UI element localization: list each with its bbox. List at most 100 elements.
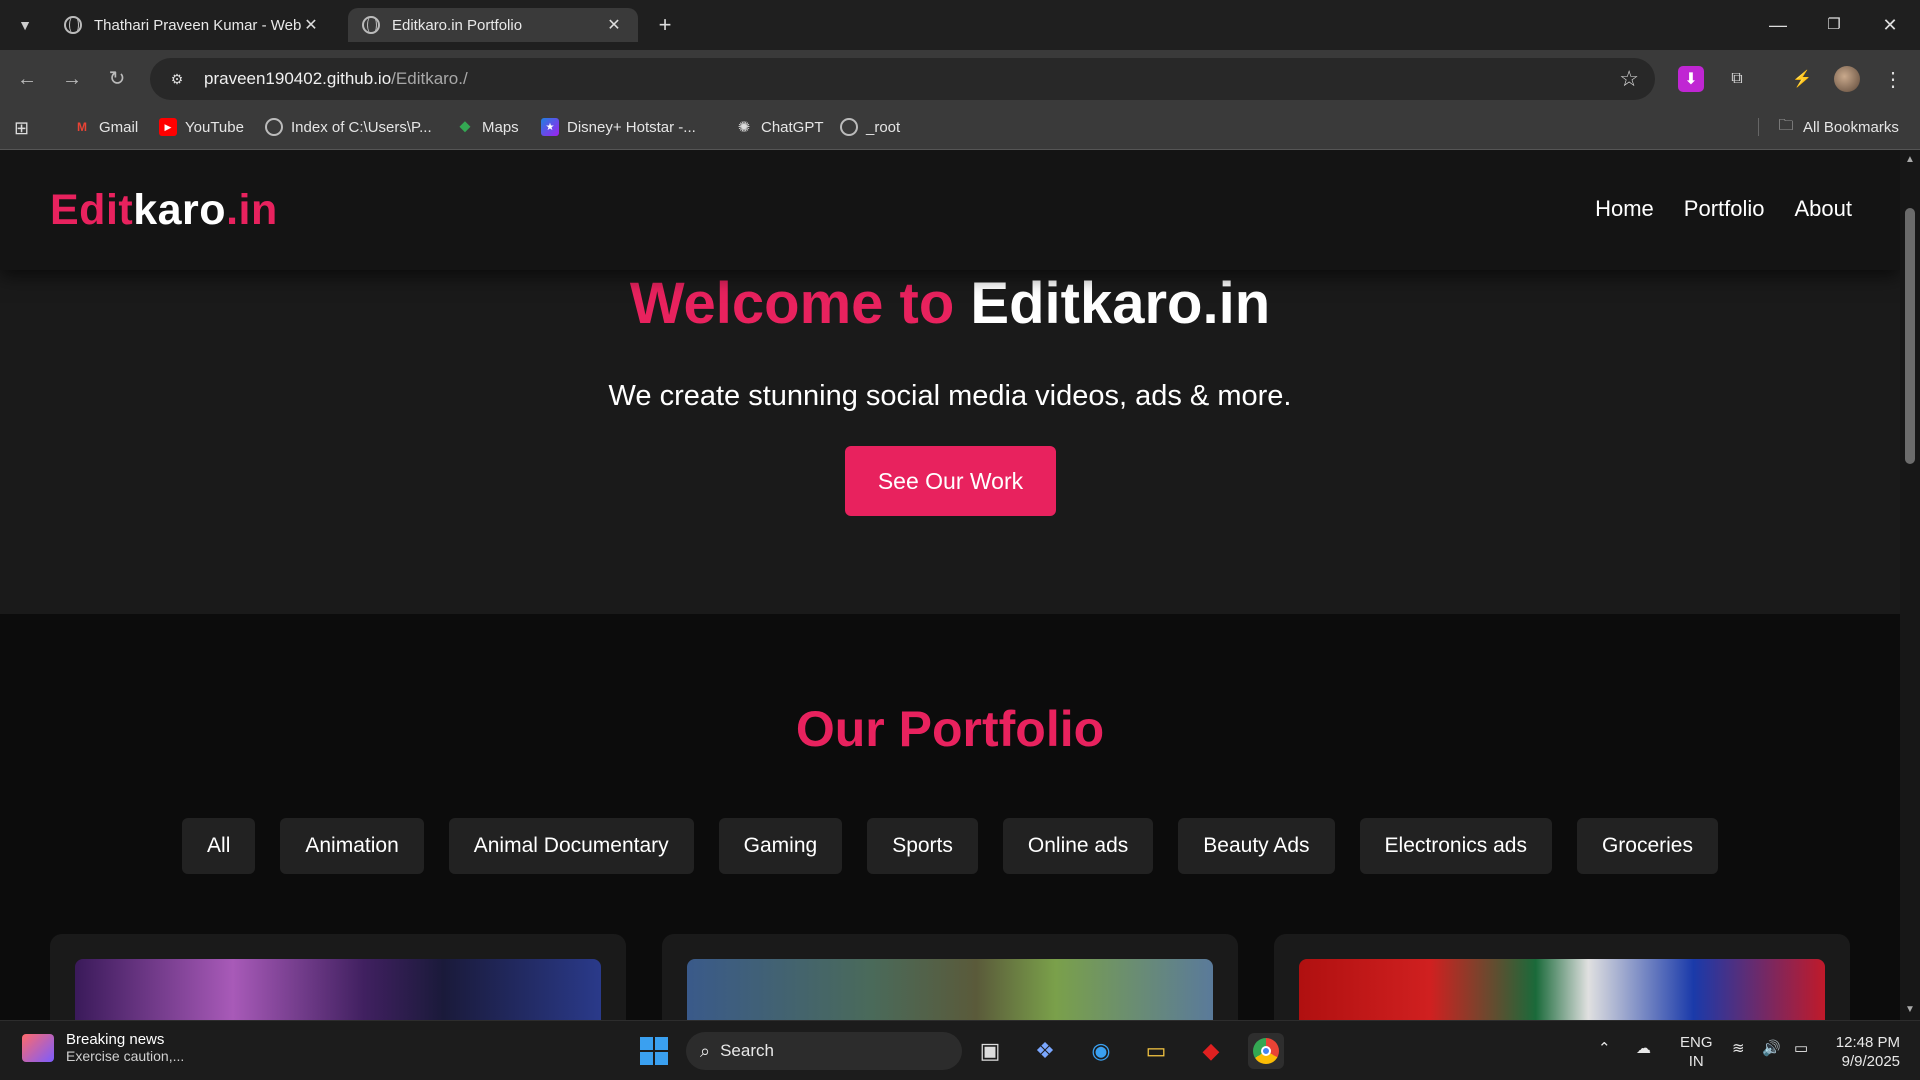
apps-grid-icon[interactable]: ⊞ — [14, 118, 29, 139]
download-extension-icon[interactable]: ⬇ — [1678, 66, 1704, 92]
close-tab-icon[interactable]: ✕ — [301, 15, 321, 35]
globe-icon — [362, 16, 380, 34]
filter-all[interactable]: All — [182, 818, 256, 874]
tab-inactive[interactable]: Thathari Praveen Kumar - Web D ✕ — [50, 8, 335, 42]
windows-taskbar: Breaking news Exercise caution,... ⌕ Sea… — [0, 1020, 1920, 1080]
search-icon: ⌕ — [700, 1040, 711, 1061]
news-widget[interactable]: Breaking news Exercise caution,... — [22, 1031, 184, 1064]
filter-beauty-ads[interactable]: Beauty Ads — [1178, 818, 1335, 874]
task-view-icon[interactable]: ▣ — [972, 1033, 1008, 1069]
clock-time: 12:48 PM — [1835, 1034, 1900, 1051]
region-code: IN — [1688, 1053, 1704, 1070]
bookmark-label: Disney+ Hotstar -... — [567, 118, 696, 136]
nav-portfolio[interactable]: Portfolio — [1684, 196, 1765, 222]
tab-active[interactable]: Editkaro.in Portfolio ✕ — [348, 8, 638, 42]
site-info-icon[interactable]: ⚙ — [166, 68, 188, 90]
hero-section: Welcome to Editkaro.in We create stunnin… — [0, 270, 1900, 614]
bookmarks-bar: ⊞ M Gmail ▶ YouTube Index of C:\Users\P.… — [0, 108, 1920, 150]
maps-icon: ⬥ — [459, 118, 471, 135]
close-tab-icon[interactable]: ✕ — [604, 15, 624, 35]
scroll-up-icon[interactable]: ▲ — [1904, 154, 1916, 166]
chrome-icon[interactable] — [1248, 1033, 1284, 1069]
scrollbar-thumb[interactable] — [1905, 208, 1915, 464]
tab-search-chevron-icon[interactable]: ▼ — [10, 10, 40, 40]
portfolio-card[interactable] — [50, 934, 626, 1020]
portfolio-filters: All Animation Animal Documentary Gaming … — [0, 818, 1900, 874]
file-explorer-icon[interactable]: ▭ — [1138, 1033, 1174, 1069]
nav-home[interactable]: Home — [1595, 196, 1654, 222]
extensions-icon[interactable]: ⧉ — [1724, 66, 1750, 92]
nav-about[interactable]: About — [1795, 196, 1853, 222]
tab-title: Thathari Praveen Kumar - Web D — [94, 16, 301, 34]
hero-subtitle: We create stunning social media videos, … — [608, 380, 1292, 412]
performance-icon[interactable]: ⚡ — [1789, 66, 1815, 92]
scroll-down-icon[interactable]: ▼ — [1904, 1004, 1916, 1016]
globe-icon — [64, 16, 82, 34]
wifi-icon[interactable]: ≋ — [1732, 1039, 1745, 1058]
more-menu-icon[interactable]: ⋮ — [1880, 66, 1906, 92]
gmail-icon: M — [77, 120, 87, 134]
bookmark-maps[interactable]: ⬥ Maps — [456, 118, 518, 136]
hero-title: Welcome to Editkaro.in — [0, 270, 1900, 337]
bookmark-label: Index of C:\Users\P... — [291, 118, 432, 136]
bookmark-gmail[interactable]: M Gmail — [73, 118, 138, 136]
filter-online-ads[interactable]: Online ads — [1002, 818, 1154, 874]
bookmark-hotstar[interactable]: ★ Disney+ Hotstar -... — [541, 118, 696, 136]
all-bookmarks[interactable]: 🗀 All Bookmarks — [1758, 117, 1899, 136]
bookmark-label: Gmail — [99, 118, 139, 136]
new-tab-icon[interactable]: + — [652, 12, 678, 38]
onedrive-icon[interactable]: ☁ — [1636, 1039, 1651, 1058]
gaming-thumbnail — [75, 959, 601, 1020]
filter-sports[interactable]: Sports — [867, 818, 978, 874]
reload-icon[interactable]: ↻ — [102, 64, 132, 94]
youtube-icon: ▶ — [159, 118, 177, 136]
see-our-work-button[interactable]: See Our Work — [845, 446, 1056, 516]
taskbar-search[interactable]: ⌕ Search — [686, 1032, 962, 1070]
minimize-icon[interactable]: — — [1758, 10, 1798, 40]
window-close-icon[interactable]: ✕ — [1870, 10, 1910, 40]
battery-icon[interactable]: ▭ — [1794, 1039, 1808, 1058]
clock-date: 9/9/2025 — [1841, 1053, 1900, 1070]
volume-icon[interactable]: 🔊 — [1762, 1039, 1781, 1058]
back-icon[interactable]: ← — [12, 64, 42, 94]
copilot-icon[interactable]: ❖ — [1027, 1033, 1063, 1069]
site-logo[interactable]: Editkaro.in — [50, 186, 278, 235]
browser-toolbar: ← → ↻ ⚙ praveen190402.github.io/Editkaro… — [0, 50, 1920, 108]
filter-electronics-ads[interactable]: Electronics ads — [1359, 818, 1552, 874]
profile-avatar[interactable] — [1834, 66, 1860, 92]
bookmark-label: _root — [866, 118, 901, 136]
filter-animal-documentary[interactable]: Animal Documentary — [448, 818, 694, 874]
edge-icon[interactable]: ◉ — [1083, 1033, 1119, 1069]
clock[interactable]: 12:48 PM 9/9/2025 — [1830, 1033, 1900, 1071]
hero-title-brand: Editkaro.in — [970, 271, 1271, 336]
news-icon — [22, 1033, 54, 1062]
portfolio-card[interactable] — [662, 934, 1238, 1020]
filter-animation[interactable]: Animation — [280, 818, 424, 874]
page-scrollbar[interactable]: ▲ ▼ — [1900, 150, 1920, 1020]
news-subtitle: Exercise caution,... — [66, 1048, 185, 1064]
hero-title-welcome: Welcome to — [629, 271, 955, 336]
forward-icon[interactable]: → — [57, 64, 87, 94]
mcafee-icon[interactable]: ◆ — [1193, 1033, 1229, 1069]
start-icon[interactable] — [636, 1033, 672, 1069]
language-indicator[interactable]: ENG IN — [1680, 1033, 1713, 1071]
globe-icon — [265, 118, 283, 136]
restore-icon[interactable]: ❐ — [1814, 10, 1854, 40]
bookmark-chatgpt[interactable]: ✺ ChatGPT — [735, 118, 824, 137]
portfolio-card[interactable] — [1274, 934, 1850, 1020]
bookmark-index[interactable]: Index of C:\Users\P... — [265, 118, 432, 136]
search-label: Search — [720, 1041, 774, 1060]
url-path: /Editkaro./ — [391, 69, 468, 88]
address-bar[interactable]: ⚙ praveen190402.github.io/Editkaro./ ☆ — [150, 58, 1655, 100]
bookmark-youtube[interactable]: ▶ YouTube — [159, 118, 244, 136]
tray-overflow-icon[interactable]: ⌃ — [1598, 1039, 1611, 1058]
bookmark-label: ChatGPT — [761, 118, 824, 136]
filter-gaming[interactable]: Gaming — [718, 818, 843, 874]
portfolio-section: Our Portfolio All Animation Animal Docum… — [0, 614, 1900, 1020]
url-host: praveen190402.github.io — [204, 69, 392, 88]
hotstar-icon: ★ — [541, 118, 559, 136]
bookmark-star-icon[interactable]: ☆ — [1619, 66, 1639, 92]
bookmark-root[interactable]: _root — [840, 118, 900, 136]
filter-groceries[interactable]: Groceries — [1576, 818, 1718, 874]
animal-thumbnail — [687, 959, 1213, 1020]
